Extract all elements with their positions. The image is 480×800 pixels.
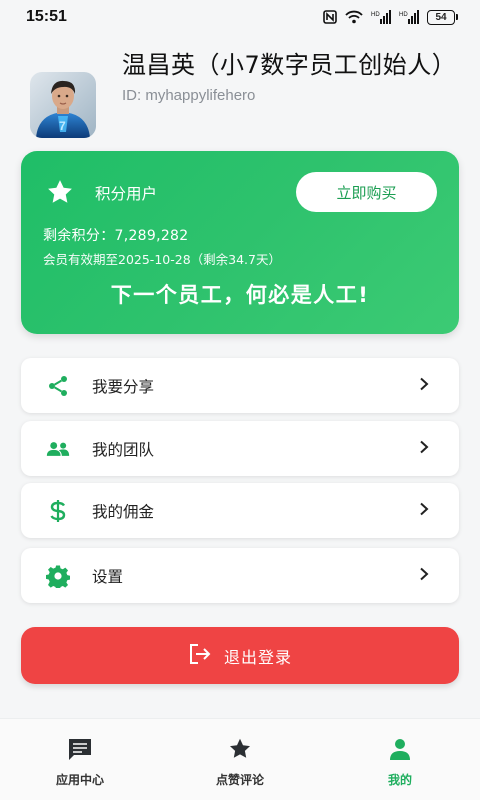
status-bar: 15:51 HD HD 54 (0, 0, 480, 34)
menu-item-label: 我的团队 (92, 440, 155, 459)
profile-header: 7 温昌英（小7数字员工创始人） ID: myhappylifehero (0, 34, 480, 152)
profile-name: 温昌英（小7数字员工创始人） (122, 51, 457, 79)
battery-icon: 54 (427, 9, 458, 25)
logout-label: 退出登录 (223, 647, 292, 667)
nfc-icon (323, 10, 337, 24)
nav-mine[interactable]: 我的 (320, 719, 480, 800)
membership-card: 积分用户 立即购买 剩余积分：7,289,282 会员有效期至2025-10-2… (21, 151, 459, 334)
status-icons: HD HD 54 (323, 9, 458, 25)
star-icon (45, 177, 75, 211)
group-icon (46, 437, 70, 461)
membership-expiry: 会员有效期至2025-10-28（剩余34.7天） (43, 252, 281, 267)
chevron-right-icon (419, 501, 429, 520)
svg-text:HD: HD (399, 12, 408, 18)
svg-text:HD: HD (371, 12, 380, 18)
chevron-right-icon (419, 439, 429, 458)
bottom-nav: 应用中心 点赞评论 我的 (0, 718, 480, 800)
svg-text:7: 7 (59, 119, 66, 133)
chevron-right-icon (419, 566, 429, 585)
menu-item-label: 我要分享 (92, 377, 155, 396)
chat-icon (67, 737, 93, 765)
logout-button[interactable]: 退出登录 (21, 627, 459, 684)
star-icon (227, 737, 253, 765)
battery-level: 54 (427, 9, 455, 25)
share-icon (46, 374, 70, 398)
nav-label: 点赞评论 (215, 773, 264, 787)
profile-id: ID: myhappylifehero (122, 87, 256, 104)
nav-likes-comments[interactable]: 点赞评论 (160, 719, 320, 800)
profile-info: 温昌英（小7数字员工创始人） ID: myhappylifehero (122, 50, 458, 152)
status-time: 15:51 (26, 8, 67, 25)
nav-label: 应用中心 (55, 773, 104, 787)
gear-icon (46, 564, 70, 588)
menu-item-team[interactable]: 我的团队 (21, 421, 459, 476)
card-slogan: 下一个员工，何必是人工! (110, 283, 370, 307)
menu-item-share[interactable]: 我要分享 (21, 358, 459, 413)
signal-icon: HD (371, 10, 391, 24)
buy-now-button[interactable]: 立即购买 (296, 172, 437, 212)
menu-item-settings[interactable]: 设置 (21, 548, 459, 603)
dollar-icon (46, 499, 70, 523)
nav-app-center[interactable]: 应用中心 (0, 719, 160, 800)
menu-item-label: 我的佣金 (92, 502, 155, 521)
menu-item-label: 设置 (92, 567, 124, 586)
points-balance: 剩余积分：7,289,282 (43, 228, 189, 244)
menu-item-commission[interactable]: 我的佣金 (21, 483, 459, 538)
membership-title: 积分用户 (95, 185, 158, 203)
signal-icon-2: HD (399, 10, 419, 24)
wifi-icon (345, 10, 363, 24)
avatar[interactable]: 7 (30, 72, 96, 138)
logout-icon (188, 643, 212, 669)
nav-label: 我的 (387, 773, 412, 787)
person-icon (387, 737, 413, 765)
chevron-right-icon (419, 376, 429, 395)
